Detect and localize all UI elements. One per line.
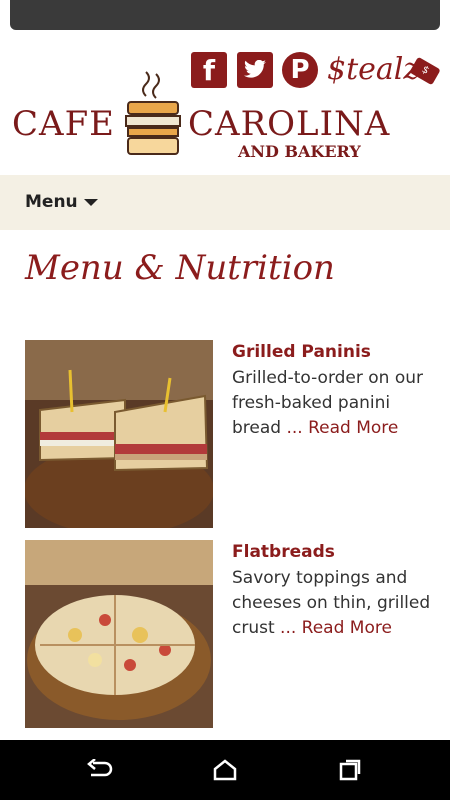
logo-text-bakery: AND BAKERY — [238, 142, 361, 161]
twitter-link[interactable] — [237, 52, 273, 88]
facebook-link[interactable]: f — [191, 52, 227, 88]
flatbread-image[interactable] — [25, 540, 213, 728]
item-title[interactable]: Grilled Paninis — [232, 340, 371, 364]
page-title: Menu & Nutrition — [25, 248, 335, 288]
menu-label: Menu — [25, 192, 78, 212]
logo-text-carolina: CAROLINA — [188, 104, 391, 144]
read-more-link[interactable]: ... Read More — [280, 618, 392, 638]
panini-image[interactable] — [25, 340, 213, 528]
stealz-link[interactable]: $tealz — [327, 52, 419, 88]
android-navigation-bar — [0, 740, 450, 800]
facebook-icon: f — [191, 52, 227, 88]
logo-text-cafe: CAFE — [12, 104, 115, 144]
status-bar — [0, 0, 450, 32]
item-description: Savory toppings and cheeses on thin, gri… — [232, 566, 432, 641]
status-bar-inner — [10, 0, 440, 30]
pinterest-link[interactable]: P — [282, 52, 318, 88]
home-icon — [213, 759, 237, 781]
sandwich-logo-icon — [125, 71, 181, 155]
caret-down-icon — [84, 199, 98, 206]
recent-apps-icon — [339, 759, 361, 781]
back-button[interactable] — [86, 758, 114, 782]
menu-toggle[interactable]: Menu — [0, 175, 450, 230]
read-more-link[interactable]: ... Read More — [286, 418, 398, 438]
item-title[interactable]: Flatbreads — [232, 540, 335, 564]
pinterest-icon: P — [282, 52, 318, 88]
back-icon — [87, 759, 113, 777]
recent-apps-button[interactable] — [336, 758, 364, 782]
home-button[interactable] — [211, 758, 239, 782]
twitter-icon — [237, 52, 273, 88]
item-description: Grilled-to-order on our fresh-baked pani… — [232, 366, 432, 441]
